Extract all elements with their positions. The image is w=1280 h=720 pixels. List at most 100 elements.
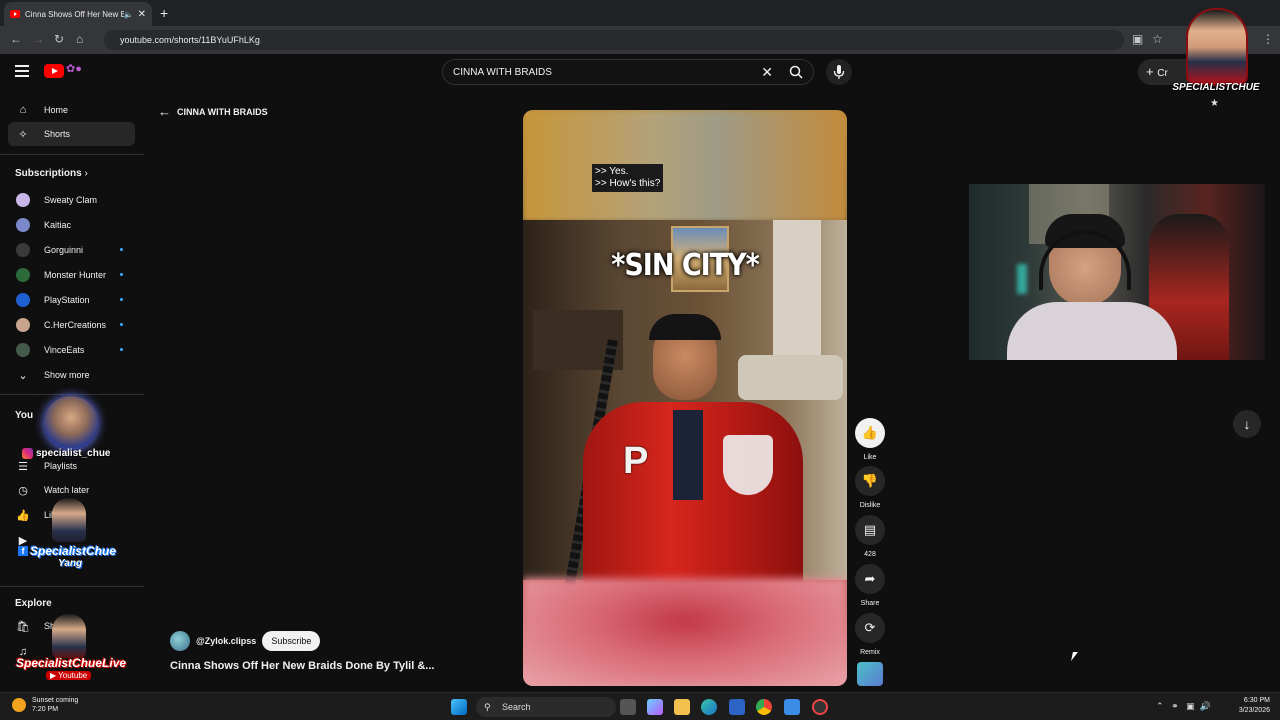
- avatar: [16, 343, 30, 357]
- network-icon: ▣: [1186, 701, 1195, 711]
- store-icon[interactable]: [729, 699, 745, 715]
- sidebar-item-kaitiac[interactable]: Kaitiac: [8, 213, 135, 237]
- browser-tab[interactable]: Cinna Shows Off Her New B 🔈 ✕: [4, 2, 152, 26]
- youtube-word: Youtube: [58, 671, 88, 680]
- copilot-icon[interactable]: [647, 699, 663, 715]
- close-tab-icon[interactable]: ✕: [138, 9, 146, 20]
- app-icon[interactable]: [784, 699, 800, 715]
- sun-icon: [12, 698, 26, 712]
- forward-nav-icon[interactable]: →: [32, 32, 44, 46]
- bookmark-star-icon[interactable]: ☆: [1152, 32, 1163, 46]
- sidebar-item-vinceeats[interactable]: VinceEats: [8, 338, 135, 362]
- obs-icon[interactable]: [812, 699, 828, 715]
- subscriptions-heading[interactable]: Subscriptions ›: [15, 168, 88, 179]
- share-button[interactable]: ➦ Share: [854, 564, 886, 607]
- reload-icon[interactable]: ↻: [54, 32, 64, 46]
- like-button[interactable]: 👍 Like: [854, 418, 886, 461]
- comments-button[interactable]: ▤ 428: [854, 515, 886, 558]
- youtube-overlay: SpecialistChueLive ▶ Youtube: [14, 614, 126, 684]
- next-video-button[interactable]: ↓: [1233, 410, 1261, 438]
- webcam-person-shirt: [1007, 302, 1177, 360]
- sidebar-item-label: Sweaty Clam: [44, 195, 98, 205]
- file-explorer-icon[interactable]: [674, 699, 690, 715]
- dislike-label: Dislike: [859, 502, 881, 509]
- search-box[interactable]: CINNA WITH BRAIDS ✕: [442, 59, 814, 85]
- instagram-overlay: specialist_chue: [22, 396, 118, 464]
- url-field[interactable]: youtube.com/shorts/11BYuUFhLKg: [104, 30, 1124, 50]
- speaker-icon[interactable]: 🔈: [124, 10, 134, 19]
- sidebar-item-label: PlayStation: [44, 295, 90, 305]
- chevron-up-icon: ⌃: [1156, 701, 1164, 711]
- taskbar-clock[interactable]: 6:30 PM 3/23/2026: [1228, 696, 1270, 716]
- video-caption: >> Yes. >> How's this?: [592, 164, 664, 192]
- channel-name[interactable]: @Zylok.clipss: [196, 636, 256, 646]
- sidebar-item-playstation[interactable]: PlayStation: [8, 288, 135, 312]
- remix-button[interactable]: ⟳ Remix: [854, 613, 886, 656]
- youtube-favicon-icon: [10, 10, 20, 18]
- sidebar-item-label: Watch later: [44, 485, 90, 495]
- mouse-cursor-icon: [1071, 652, 1078, 661]
- instagram-handle-row: specialist_chue: [22, 448, 110, 459]
- clear-search-icon[interactable]: ✕: [761, 64, 773, 81]
- search-icon: ⚲: [484, 702, 491, 712]
- voice-search-button[interactable]: [826, 59, 852, 85]
- instagram-handle: specialist_chue: [36, 448, 111, 459]
- system-tray[interactable]: ⌃ ⚭ ▣ 🔊: [1156, 701, 1211, 712]
- sound-thumbnail[interactable]: [857, 662, 883, 686]
- windows-start-icon[interactable]: [451, 699, 467, 715]
- blurred-bottom-region: [523, 578, 847, 686]
- sidebar-item-label: Home: [44, 105, 69, 115]
- subscribe-button[interactable]: Subscribe: [262, 631, 321, 651]
- sidebar-divider: [0, 586, 144, 587]
- youtube-logo-icon[interactable]: [44, 64, 64, 78]
- windows-taskbar: Sunset coming 7:20 PM ⚲ Search ⌃ ⚭ ▣ 🔊 6…: [0, 692, 1280, 720]
- new-content-dot: [120, 323, 123, 326]
- comment-count: 428: [864, 551, 876, 558]
- show-more-button[interactable]: ⌄ Show more: [8, 363, 135, 387]
- clock-icon: ◷: [18, 484, 28, 497]
- sidebar-item-sweaty-clam[interactable]: Sweaty Clam: [8, 188, 135, 212]
- new-content-dot: [120, 348, 123, 351]
- dislike-button[interactable]: 👎 Dislike: [854, 466, 886, 509]
- instagram-icon: [22, 448, 33, 459]
- sidebar-divider: [0, 154, 144, 155]
- new-tab-icon[interactable]: +: [160, 5, 168, 21]
- arrow-left-icon: ←: [158, 104, 171, 119]
- comment-icon: ▤: [855, 515, 885, 545]
- weather-widget[interactable]: Sunset coming 7:20 PM: [12, 696, 78, 714]
- avatar-portrait-icon: [52, 498, 86, 542]
- cast-icon[interactable]: ▣: [1132, 32, 1143, 46]
- short-video-player[interactable]: P >> Yes. >> How's this? *SIN CITY*: [523, 110, 847, 686]
- sidebar-item-label: Shorts: [44, 129, 71, 139]
- clock-date: 3/23/2026: [1238, 707, 1270, 714]
- hamburger-menu-icon[interactable]: [15, 65, 29, 77]
- task-view-icon[interactable]: [620, 699, 636, 715]
- facebook-icon: f: [18, 546, 28, 556]
- video-title[interactable]: Cinna Shows Off Her New Braids Done By T…: [170, 660, 434, 672]
- sidebar-item-monster-hunter[interactable]: Monster Hunter: [8, 263, 135, 287]
- sidebar-item-home[interactable]: ⌂ Home: [8, 98, 135, 122]
- back-nav-icon[interactable]: ←: [10, 32, 22, 46]
- sidebar: ⌂ Home ✧ Shorts Subscriptions › Sweaty C…: [0, 92, 144, 692]
- home-nav-icon[interactable]: ⌂: [76, 32, 83, 46]
- search-input[interactable]: CINNA WITH BRAIDS: [453, 67, 552, 78]
- chrome-icon[interactable]: [756, 699, 772, 715]
- shorts-icon: ✧: [18, 128, 28, 141]
- channel-row: @Zylok.clipss Subscribe: [170, 631, 321, 651]
- facebook-name-line1: f SpecialistChue: [18, 544, 116, 558]
- channel-avatar[interactable]: [170, 631, 190, 651]
- chevron-down-icon: ⌄: [18, 369, 28, 382]
- new-content-dot: [120, 298, 123, 301]
- search-icon[interactable]: [789, 65, 803, 79]
- play-icon: ▶: [50, 671, 57, 680]
- arrow-down-icon: ↓: [1243, 416, 1251, 432]
- sidebar-item-shorts[interactable]: ✧ Shorts: [8, 122, 135, 146]
- sidebar-item-cher-creations[interactable]: C.HerCreations: [8, 313, 135, 337]
- edge-browser-icon[interactable]: [701, 699, 717, 715]
- video-overlay-text: *SIN CITY*: [611, 248, 759, 283]
- facebook-name-1: SpecialistChue: [30, 544, 117, 558]
- sidebar-item-gorguinni[interactable]: Gorguinni: [8, 238, 135, 262]
- back-to-search-link[interactable]: ← CINNA WITH BRAIDS: [158, 104, 268, 119]
- taskbar-search[interactable]: ⚲ Search: [476, 697, 616, 717]
- sidebar-item-label: Show more: [44, 370, 90, 380]
